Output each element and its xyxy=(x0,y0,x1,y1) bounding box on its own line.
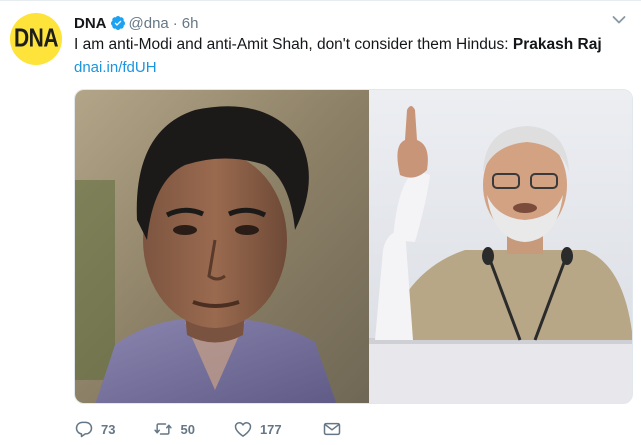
chevron-down-icon[interactable] xyxy=(612,15,626,25)
reply-count: 73 xyxy=(101,421,116,437)
avatar-logo-text: DNA xyxy=(14,24,59,53)
like-count: 177 xyxy=(259,421,282,437)
like-icon xyxy=(234,422,252,437)
tweet-timestamp[interactable]: 6h xyxy=(182,15,199,32)
author-display-name[interactable]: DNA xyxy=(74,15,107,32)
tweet-header: DNA @dna · 6h xyxy=(74,12,198,34)
separator-dot: · xyxy=(172,14,178,32)
message-icon xyxy=(323,422,340,436)
tweet-text: I am anti-Modi and anti-Amit Shah, don't… xyxy=(74,36,602,54)
like-action[interactable]: 177 xyxy=(233,419,282,439)
message-action[interactable] xyxy=(322,419,342,439)
reply-action[interactable]: 73 xyxy=(74,419,115,439)
retweet-icon xyxy=(154,423,173,435)
tweet-card[interactable]: DNA DNA @dna · 6h I am anti-Modi and ant… xyxy=(0,0,641,445)
retweet-count: 50 xyxy=(180,421,195,437)
tweet-link[interactable]: dnai.in/fdUH xyxy=(74,59,157,76)
tweet-text-bold: Prakash Raj xyxy=(512,36,602,53)
avatar[interactable]: DNA xyxy=(10,13,62,65)
media-collage-illustration xyxy=(75,90,632,403)
author-handle[interactable]: @dna xyxy=(129,15,169,32)
tweet-media-image[interactable] xyxy=(74,89,633,404)
tweet-text-main: I am anti-Modi and anti-Amit Shah, don't… xyxy=(74,36,513,53)
tweet-actions: 73 50 177 xyxy=(74,417,342,441)
verified-badge-icon xyxy=(110,16,125,31)
reply-icon xyxy=(75,421,93,438)
retweet-action[interactable]: 50 xyxy=(153,419,195,439)
